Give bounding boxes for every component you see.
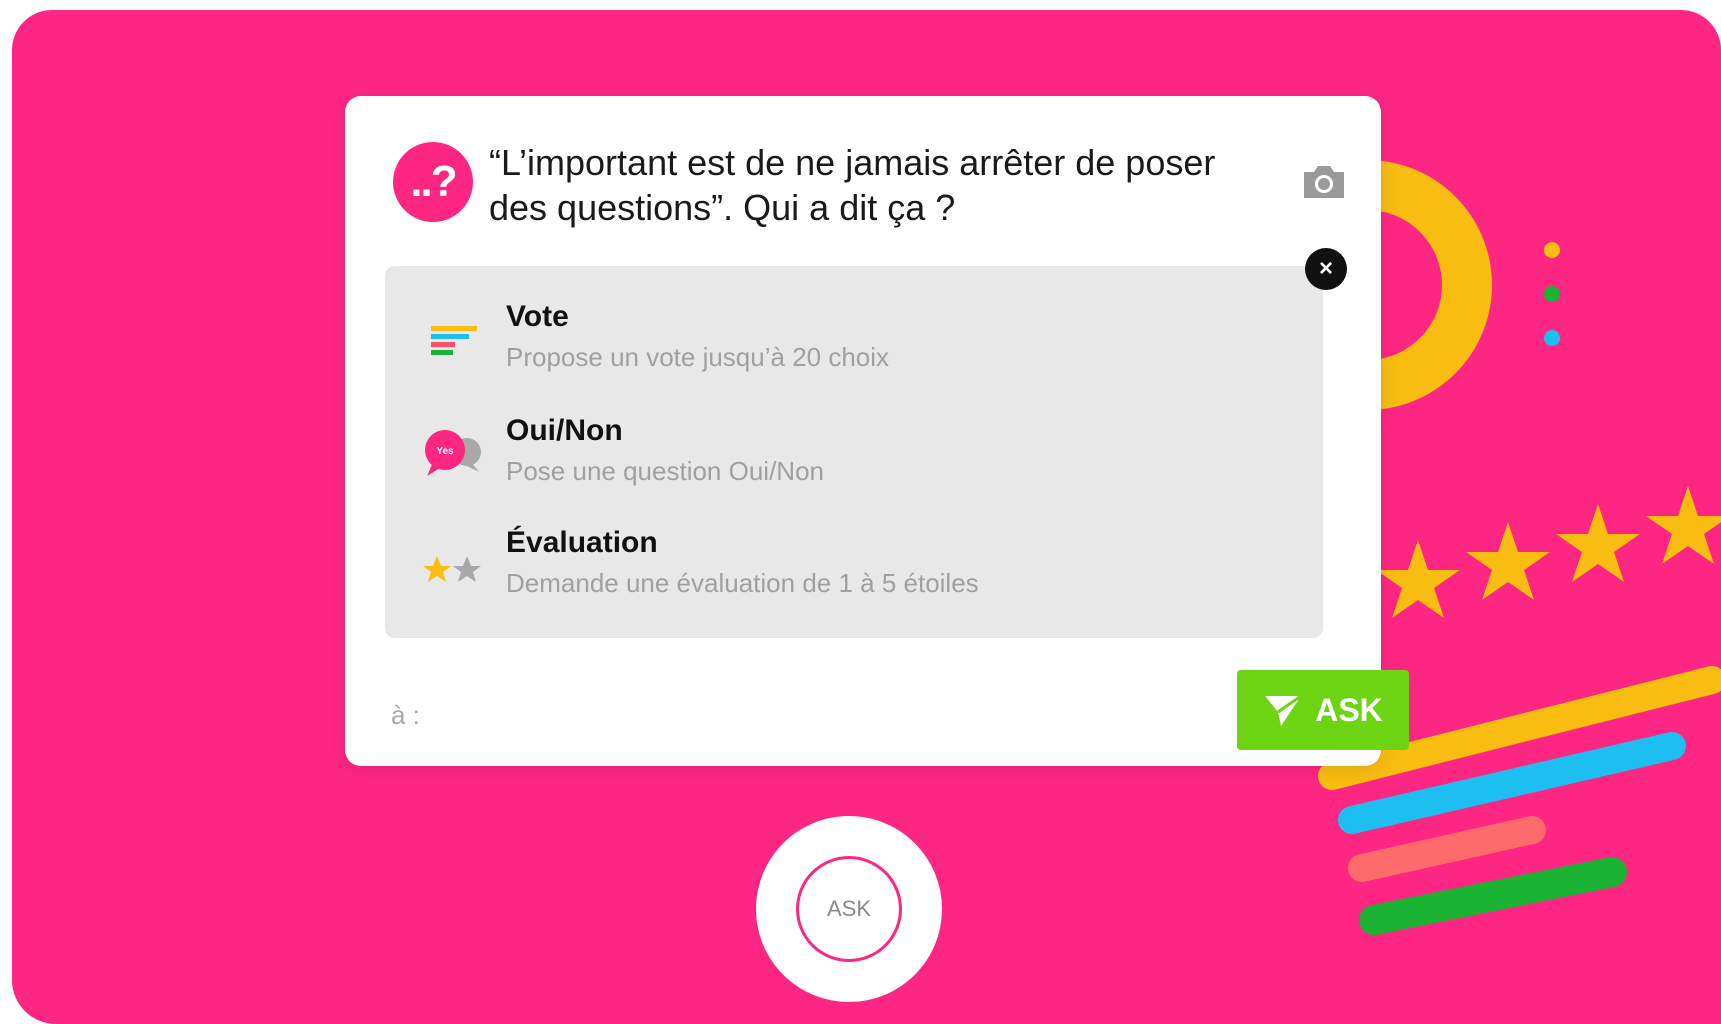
close-icon: × [1318,255,1333,282]
decorative-star [1556,504,1640,582]
big-ask-label: ASK [826,896,872,921]
question-type-menu: Vote Propose un vote jusqu’à 20 choix Ye… [385,266,1323,638]
option-vote[interactable]: Vote Propose un vote jusqu’à 20 choix [385,284,1323,394]
option-vote-description: Propose un vote jusqu’à 20 choix [506,342,890,372]
decorative-stripe-green [1359,857,1627,935]
close-menu-button[interactable]: × [1305,248,1347,290]
question-text[interactable]: “L’important est de ne jamais arrêter de… [489,140,1279,230]
ask-button[interactable]: ASK [1237,670,1409,750]
decorative-stars [1376,486,1721,618]
option-rating-title: Évaluation [506,526,658,559]
decorative-dot-green [1544,286,1560,302]
camera-icon[interactable] [1300,162,1348,202]
big-ask-ring: ASK [796,856,902,962]
decorative-star [1466,522,1550,600]
option-yes-no-description: Pose une question Oui/Non [506,456,824,486]
big-ask-button[interactable]: ASK [756,816,942,1002]
option-yes-no-title: Oui/Non [506,414,623,447]
decorative-star [1646,486,1721,564]
vote-bars-icon [431,326,477,355]
option-vote-title: Vote [506,300,569,333]
decorative-star [1376,540,1460,618]
question-avatar-text: ..? [410,157,457,206]
recipient-label[interactable]: à : [391,700,420,731]
stars-rating-icon [423,556,481,582]
send-icon [1265,694,1303,726]
option-rating[interactable]: Évaluation Demande une évaluation de 1 à… [385,510,1323,620]
decorative-dot-blue [1544,330,1560,346]
option-yes-no[interactable]: Yes Oui/Non Pose une question Oui/Non [385,398,1323,508]
yes-no-bubble-icon: Yes [425,430,481,476]
yes-bubble-text: Yes [436,446,454,457]
background-stage: ..? “L’important est de ne jamais arrête… [12,10,1721,1024]
question-avatar-icon: ..? [393,142,473,222]
ask-button-label: ASK [1315,691,1383,728]
option-rating-description: Demande une évaluation de 1 à 5 étoiles [506,568,979,598]
ask-card: ..? “L’important est de ne jamais arrête… [345,96,1409,766]
decorative-dot-yellow [1544,242,1560,258]
decorative-stripe-coral [1348,816,1546,882]
